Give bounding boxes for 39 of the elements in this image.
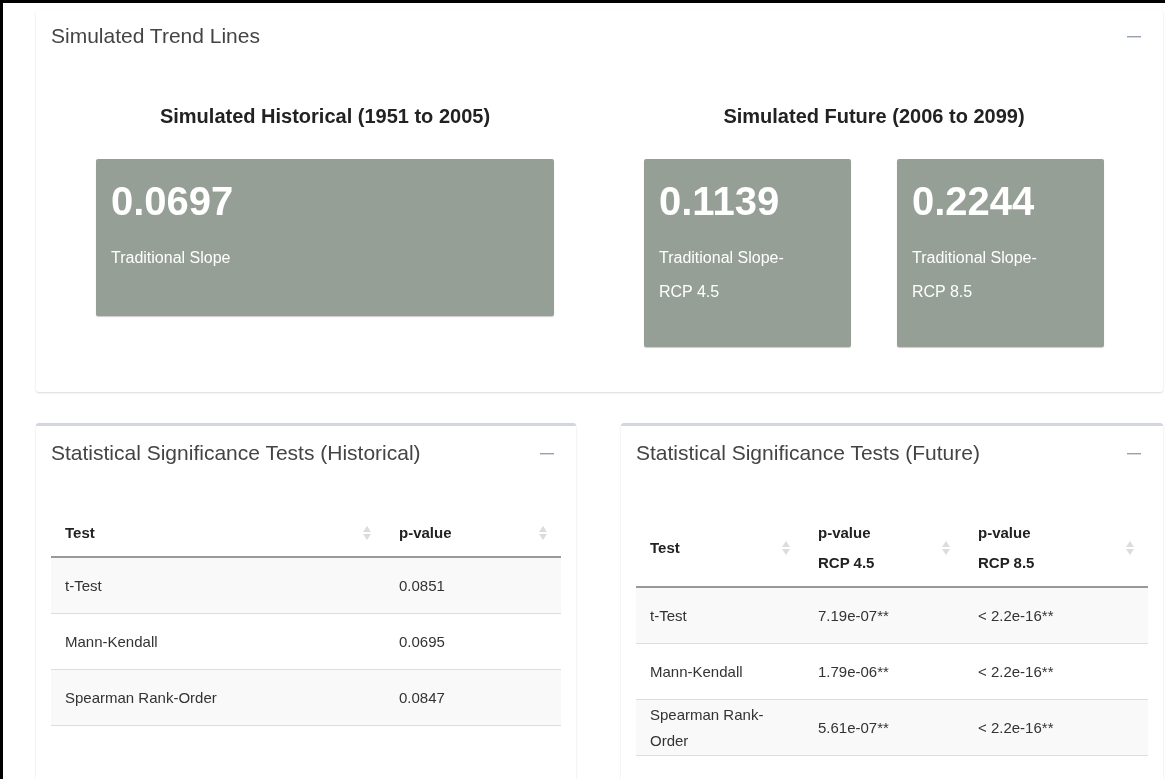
table-cell: < 2.2e-16**: [964, 587, 1148, 644]
value-label: Traditional Slope-RCP 4.5: [659, 248, 785, 302]
header-text: Test: [65, 523, 95, 543]
sort-icon[interactable]: [363, 526, 371, 540]
table-cell: 0.0695: [385, 613, 561, 670]
table-cell: Mann-Kendall: [51, 613, 385, 670]
table-cell: 1.79e-06**: [804, 643, 964, 700]
table-cell: 0.0851: [385, 557, 561, 614]
value-label: Traditional Slope-RCP 8.5: [912, 248, 1038, 302]
header-text: p-value RCP 8.5: [978, 523, 1036, 573]
value-number: 0.0697: [111, 181, 235, 221]
collapse-icon[interactable]: [540, 451, 554, 455]
section-heading: Simulated Historical (1951 to 2005): [158, 105, 492, 129]
value-number: 0.1139: [659, 181, 781, 221]
table-cell: Spearman Rank-Order: [51, 669, 385, 726]
header-text: p-value: [399, 523, 452, 543]
panel-title: Statistical Significance Tests (Historical): [51, 441, 421, 465]
sort-icon[interactable]: [782, 541, 790, 555]
table-cell: 5.61e-07**: [804, 699, 964, 756]
table-cell: 7.19e-07**: [804, 587, 964, 644]
section-heading: Simulated Future (2006 to 2099): [722, 105, 1026, 129]
header-text: Test: [650, 538, 680, 558]
table-cell: Mann-Kendall: [636, 643, 804, 700]
table-cell: < 2.2e-16**: [964, 699, 1148, 756]
collapse-icon[interactable]: [1127, 451, 1141, 455]
panel-title: Simulated Trend Lines: [51, 24, 260, 48]
sort-icon[interactable]: [942, 541, 950, 555]
sort-icon[interactable]: [1126, 541, 1134, 555]
panel-title: Statistical Significance Tests (Future): [636, 441, 980, 465]
table-cell: t-Test: [636, 587, 804, 644]
header-text: p-value RCP 4.5: [818, 523, 876, 573]
table-cell: < 2.2e-16**: [964, 643, 1148, 700]
sort-icon[interactable]: [539, 526, 547, 540]
table-cell: 0.0847: [385, 669, 561, 726]
value-number: 0.2244: [912, 181, 1036, 221]
table-cell: t-Test: [51, 557, 385, 614]
value-label: Traditional Slope: [111, 248, 232, 268]
table-cell: Spearman Rank-Order: [636, 699, 804, 756]
collapse-icon[interactable]: [1127, 34, 1141, 38]
